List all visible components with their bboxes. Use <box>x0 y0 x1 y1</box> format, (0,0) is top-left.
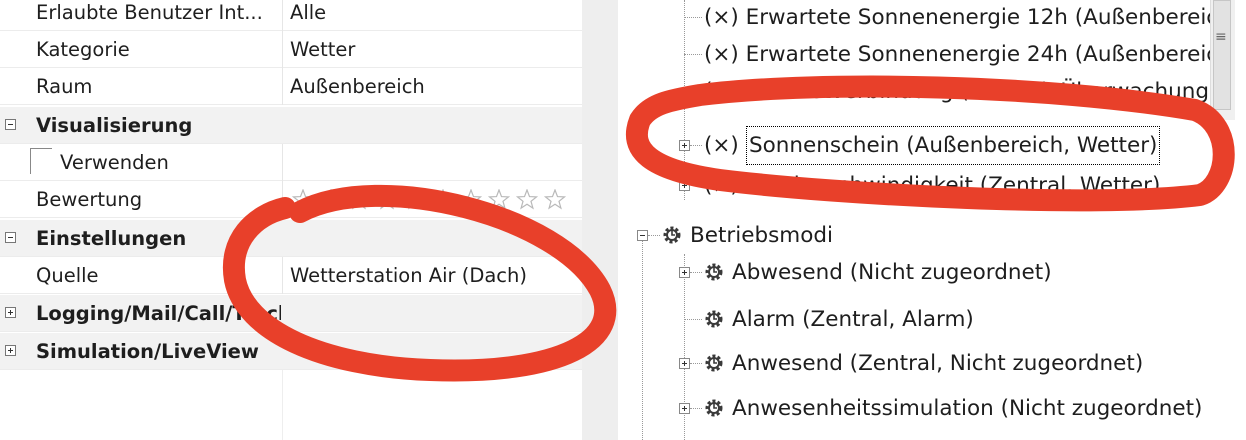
property-name: Erlaubte Benutzer Int... <box>36 1 263 24</box>
star-icon[interactable] <box>431 189 455 210</box>
star-icon[interactable] <box>459 189 483 210</box>
property-row-kategorie[interactable]: Kategorie Wetter <box>0 31 582 68</box>
star-icon[interactable] <box>515 189 539 210</box>
tree-group-label: Betriebsmodi <box>690 223 834 248</box>
tree-item[interactable]: (×) Erwartete Sonnenenergie 24h (Außenbe… <box>618 36 1232 73</box>
pane-divider[interactable] <box>582 0 618 440</box>
gear-icon <box>705 310 723 328</box>
section-label: Simulation/LiveView <box>36 340 259 363</box>
tree-item-label: Sonnenschein (Außenbereich, Wetter) <box>745 126 1161 165</box>
collapse-icon[interactable] <box>5 232 16 243</box>
collapse-icon[interactable] <box>5 119 16 130</box>
tree-item-selected[interactable]: (×) Sonnenschein (Außenbereich, Wetter) <box>618 126 1218 165</box>
section-einstellungen[interactable]: Einstellungen <box>0 220 582 257</box>
property-grid: Erlaubte Benutzer Int... Alle Kategorie … <box>0 0 582 440</box>
verwenden-checkbox[interactable] <box>30 148 52 174</box>
section-label: Einstellungen <box>36 227 187 250</box>
star-icon[interactable] <box>375 189 399 210</box>
property-row-bewertung[interactable]: Bewertung <box>0 181 582 218</box>
gear-icon <box>663 226 681 244</box>
tree-item-mode[interactable]: Anwesend (Zentral, Nicht zugeordnet) <box>618 345 1218 382</box>
gear-icon <box>705 263 723 281</box>
star-icon[interactable] <box>403 189 427 210</box>
star-icon[interactable] <box>543 189 567 210</box>
column-divider <box>282 370 283 440</box>
tree-item-label: Anwesend (Zentral, Nicht zugeordnet) <box>732 351 1144 376</box>
property-value[interactable]: Wetterstation Air (Dach) <box>290 257 580 294</box>
property-value[interactable]: Alle <box>290 0 580 31</box>
tree-item-mode[interactable]: Alarm (Zentral, Alarm) <box>618 301 1218 338</box>
rating-stars[interactable] <box>292 189 582 211</box>
tree-item-label: Abwesend (Nicht zugeordnet) <box>732 260 1052 285</box>
section-label: Logging/Mail/Call/Track <box>36 302 281 325</box>
property-row-raum[interactable]: Raum Außenbereich <box>0 68 582 105</box>
tree-item-label: (×) Windgeschwindigkeit (Zentral, Wetter… <box>704 173 1161 198</box>
x-icon: (×) <box>704 133 739 158</box>
section-logging[interactable]: Logging/Mail/Call/Track <box>0 295 582 332</box>
section-simulation[interactable]: Simulation/LiveView <box>0 333 582 370</box>
grip-icon: ≡ <box>1215 29 1227 45</box>
property-row-verwenden[interactable]: Verwenden <box>0 144 582 181</box>
property-value[interactable]: Wetter <box>290 31 580 68</box>
star-icon[interactable] <box>347 189 371 210</box>
property-name: Bewertung <box>36 188 143 211</box>
gear-icon <box>705 399 723 417</box>
star-icon[interactable] <box>487 189 511 210</box>
tree-item-label: Anwesenheitssimulation (Nicht zugeordnet… <box>732 396 1203 421</box>
tree-item[interactable]: (×) Erwartete Sonnenenergie 12h (Außenbe… <box>618 0 1232 36</box>
property-row-erlaubte-benutzer[interactable]: Erlaubte Benutzer Int... Alle <box>0 0 582 31</box>
property-name: Quelle <box>36 264 99 287</box>
tree-item-mode[interactable]: Abwesend (Nicht zugeordnet) <box>618 254 1218 291</box>
scrollbar-thumb[interactable] <box>1213 0 1231 110</box>
scrollbar-gap <box>1210 120 1246 440</box>
expand-icon[interactable] <box>5 307 16 318</box>
expand-icon[interactable] <box>5 345 16 356</box>
expand-icon[interactable] <box>679 180 690 191</box>
star-icon[interactable] <box>292 189 315 210</box>
star-icon[interactable] <box>319 189 343 210</box>
expand-icon[interactable] <box>679 140 690 151</box>
tree-item-label: (×) Erwartete Sonnenenergie 12h (Außenbe… <box>704 5 1232 30</box>
expand-icon[interactable] <box>679 267 690 278</box>
tree-item[interactable]: (×) Internetverbindung (Zentral, Überwac… <box>618 73 1218 110</box>
section-visualisierung[interactable]: Visualisierung <box>0 107 582 144</box>
gear-icon <box>705 354 723 372</box>
tree-view: (×) Erwartete Sonnenenergie 12h (Außenbe… <box>618 0 1246 440</box>
tree-group-betriebsmodi[interactable]: Betriebsmodi <box>618 217 1218 254</box>
tree-item[interactable]: (×) Windgeschwindigkeit (Zentral, Wetter… <box>618 167 1218 204</box>
expand-icon[interactable] <box>679 403 690 414</box>
property-name: Raum <box>36 75 93 98</box>
tree-item-label: Alarm (Zentral, Alarm) <box>732 307 974 332</box>
collapse-icon[interactable] <box>637 230 648 241</box>
expand-icon[interactable] <box>679 358 690 369</box>
property-row-quelle[interactable]: Quelle Wetterstation Air (Dach) <box>0 257 582 294</box>
tree-item-label: (×) Internetverbindung (Zentral, Überwac… <box>704 79 1218 104</box>
property-value[interactable]: Außenbereich <box>290 68 580 105</box>
checkbox-label: Verwenden <box>60 151 169 174</box>
property-name: Kategorie <box>36 38 130 61</box>
tree-item-label: (×) Erwartete Sonnenenergie 24h (Außenbe… <box>704 42 1232 67</box>
tree-item-mode[interactable]: Anwesenheitssimulation (Nicht zugeordnet… <box>618 390 1218 427</box>
section-label: Visualisierung <box>36 114 193 137</box>
